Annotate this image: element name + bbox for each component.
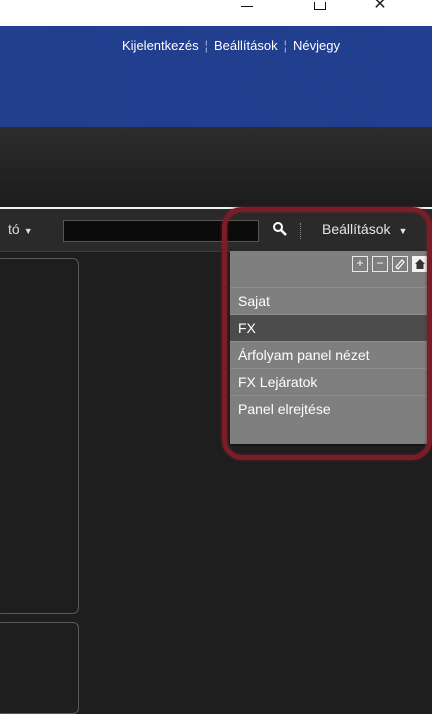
separator: ¦ [204,38,208,53]
toolbar-dropdown-label: tó [8,221,20,237]
logout-link[interactable]: Kijelentkezés [122,38,199,53]
about-link[interactable]: Névjegy [293,38,340,53]
toolbar-dropdown[interactable]: tó ▼ [8,221,33,237]
left-panel-bottom [0,622,79,714]
left-panel-top [0,258,79,614]
caret-down-icon: ▼ [23,226,33,236]
minimize-button[interactable] [227,0,267,26]
window-titlebar: ✕ [0,0,432,26]
maximize-button[interactable] [297,0,337,26]
close-icon: ✕ [373,0,387,13]
close-button[interactable]: ✕ [360,0,400,26]
separator: ¦ [283,38,287,53]
app-header: Kijelentkezés ¦ Beállítások ¦ Névjegy [0,26,432,127]
nav-stripe [0,127,432,207]
settings-link[interactable]: Beállítások [214,38,278,53]
header-links: Kijelentkezés ¦ Beállítások ¦ Névjegy [122,38,340,53]
highlight-annotation [222,207,432,460]
